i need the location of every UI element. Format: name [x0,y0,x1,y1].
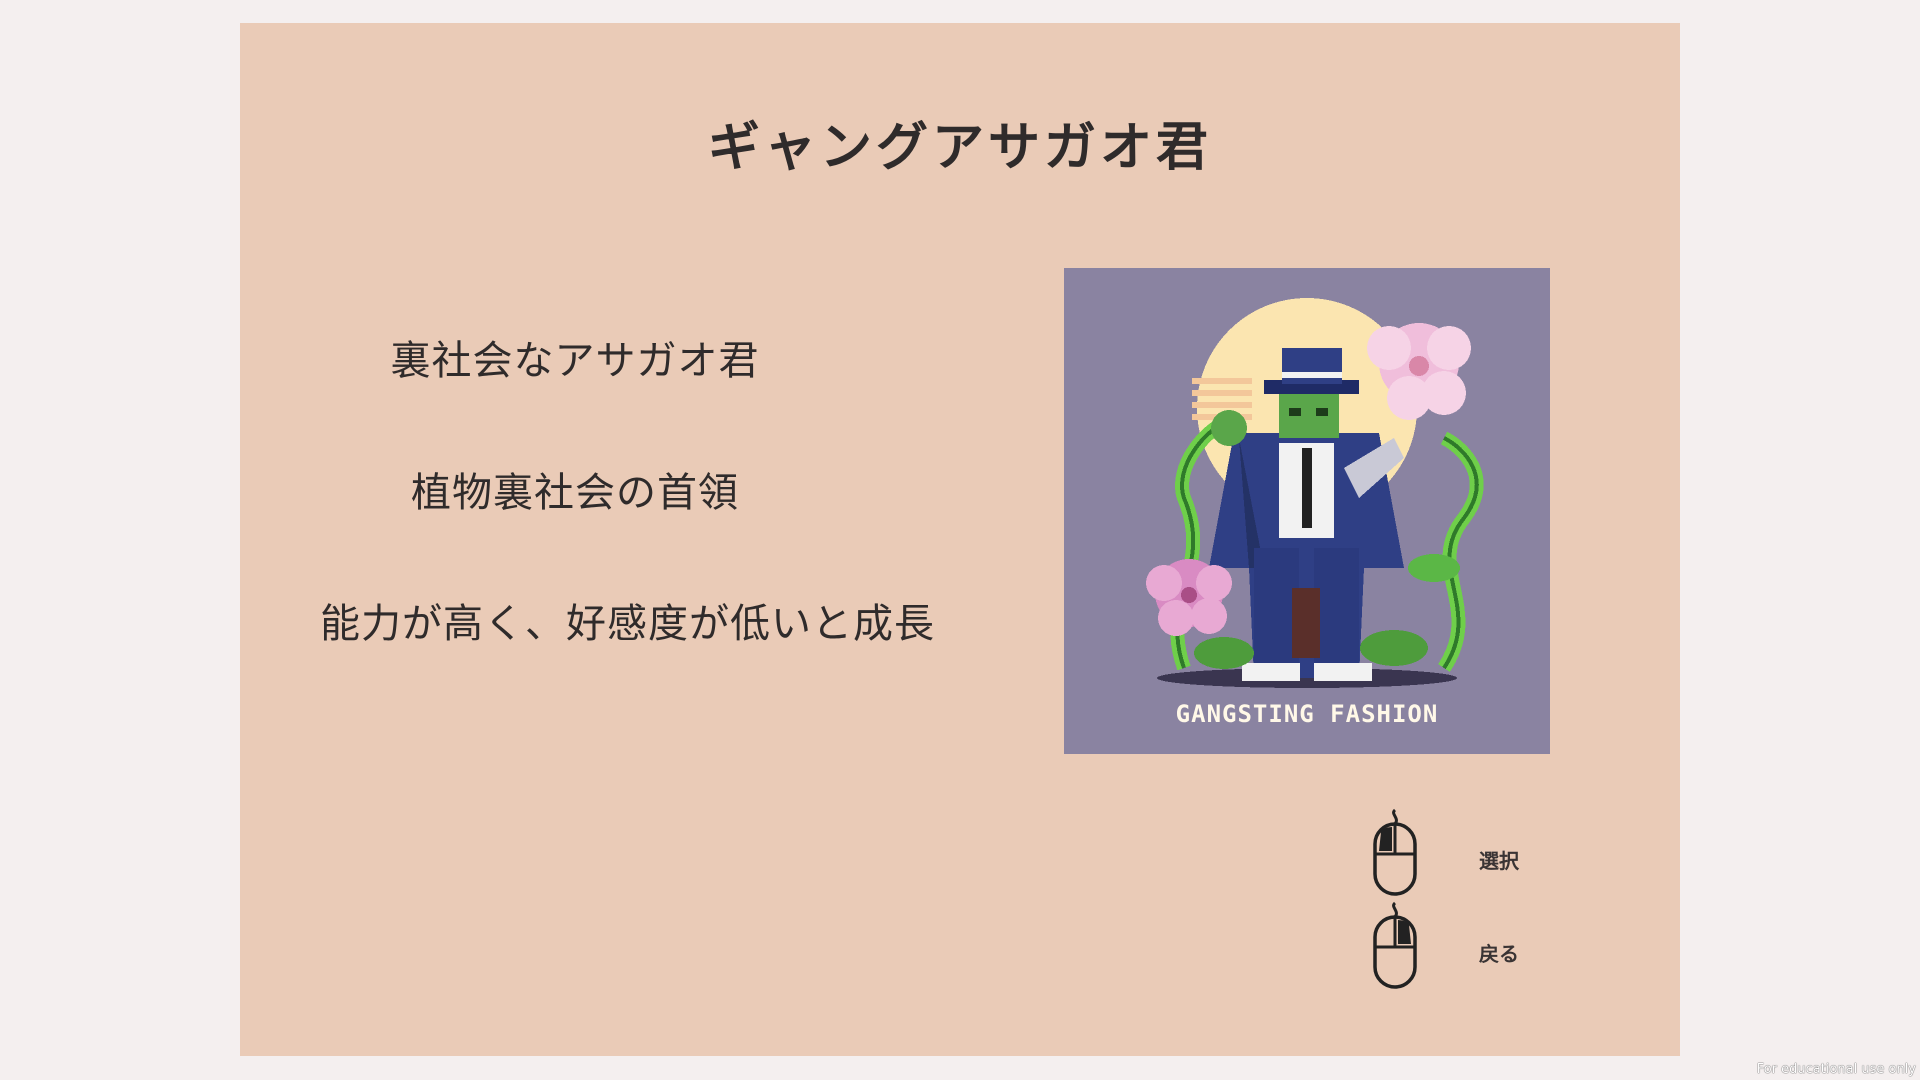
portrait-caption: GANGSTING FASHION [1175,700,1439,728]
description-line-3: 能力が高く、好感度が低いと成長 [320,601,935,647]
mouse-right-click-icon [1373,901,1417,989]
character-illustration [1146,298,1484,688]
description-line-1: 裏社会なアサガオ君 [390,338,760,384]
control-label-back: 戻る [1479,942,1519,966]
character-card-panel: ギャングアサガオ君 裏社会なアサガオ君 植物裏社会の首領 能力が高く、好感度が低… [240,23,1680,1056]
control-hint-back: 戻る [1370,901,1610,991]
character-title: ギャングアサガオ君 [707,118,1212,178]
mouse-left-click-icon [1373,808,1417,896]
description-line-2: 植物裏社会の首領 [411,470,739,516]
control-hint-select: 選択 [1370,808,1610,898]
control-label-select: 選択 [1479,849,1519,873]
watermark-text: For educational use only [1756,1062,1916,1077]
character-portrait: GANGSTING FASHION [1064,268,1550,754]
